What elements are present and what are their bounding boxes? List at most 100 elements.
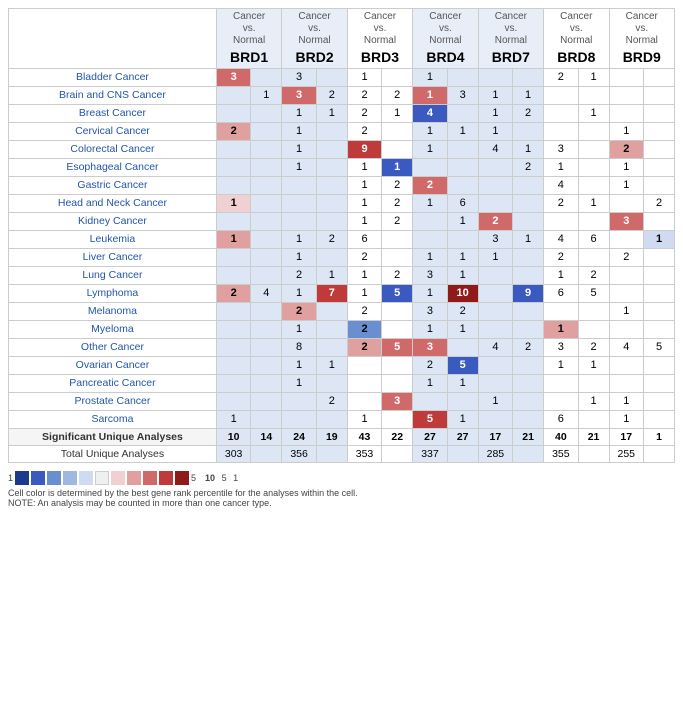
data-cell[interactable] (609, 266, 644, 284)
data-cell[interactable]: 3 (413, 266, 448, 284)
data-cell[interactable] (513, 266, 544, 284)
data-cell[interactable]: 2 (578, 266, 609, 284)
data-cell[interactable]: 2 (544, 68, 579, 86)
data-cell[interactable] (216, 392, 251, 410)
data-cell[interactable] (216, 248, 251, 266)
data-cell[interactable]: 5 (644, 338, 675, 356)
data-cell[interactable]: 1 (447, 122, 478, 140)
data-cell[interactable] (478, 194, 513, 212)
data-cell[interactable] (513, 194, 544, 212)
data-cell[interactable] (316, 302, 347, 320)
data-cell[interactable]: 4 (413, 104, 448, 122)
data-cell[interactable]: 1 (513, 230, 544, 248)
data-cell[interactable]: 1 (478, 122, 513, 140)
data-cell[interactable]: 2 (347, 248, 382, 266)
data-cell[interactable] (609, 104, 644, 122)
data-cell[interactable]: 1 (609, 176, 644, 194)
data-cell[interactable] (251, 194, 282, 212)
data-cell[interactable] (544, 104, 579, 122)
data-cell[interactable]: 1 (282, 230, 317, 248)
data-cell[interactable] (447, 68, 478, 86)
data-cell[interactable] (513, 212, 544, 230)
data-cell[interactable]: 1 (544, 266, 579, 284)
data-cell[interactable]: 2 (316, 392, 347, 410)
data-cell[interactable]: 2 (478, 212, 513, 230)
data-cell[interactable]: 1 (447, 320, 478, 338)
data-cell[interactable] (513, 320, 544, 338)
data-cell[interactable]: 2 (382, 194, 413, 212)
data-cell[interactable]: 1 (578, 392, 609, 410)
data-cell[interactable]: 2 (382, 86, 413, 104)
data-cell[interactable] (251, 230, 282, 248)
data-cell[interactable] (544, 302, 579, 320)
data-cell[interactable]: 2 (644, 194, 675, 212)
data-cell[interactable] (251, 248, 282, 266)
data-cell[interactable] (251, 140, 282, 158)
data-cell[interactable]: 2 (382, 212, 413, 230)
data-cell[interactable]: 1 (513, 140, 544, 158)
data-cell[interactable] (251, 176, 282, 194)
data-cell[interactable] (513, 374, 544, 392)
data-cell[interactable]: 2 (347, 338, 382, 356)
data-cell[interactable] (216, 86, 251, 104)
data-cell[interactable]: 3 (282, 68, 317, 86)
data-cell[interactable] (644, 302, 675, 320)
data-cell[interactable]: 1 (382, 158, 413, 176)
data-cell[interactable]: 7 (316, 284, 347, 302)
data-cell[interactable] (251, 68, 282, 86)
data-cell[interactable]: 1 (447, 212, 478, 230)
data-cell[interactable]: 2 (382, 266, 413, 284)
data-cell[interactable]: 5 (382, 338, 413, 356)
data-cell[interactable] (609, 320, 644, 338)
data-cell[interactable] (382, 140, 413, 158)
data-cell[interactable]: 6 (447, 194, 478, 212)
data-cell[interactable] (644, 140, 675, 158)
data-cell[interactable] (347, 356, 382, 374)
data-cell[interactable] (644, 176, 675, 194)
data-cell[interactable] (447, 392, 478, 410)
data-cell[interactable] (382, 320, 413, 338)
data-cell[interactable]: 2 (609, 140, 644, 158)
data-cell[interactable]: 3 (609, 212, 644, 230)
data-cell[interactable] (251, 338, 282, 356)
data-cell[interactable] (644, 356, 675, 374)
data-cell[interactable]: 1 (347, 266, 382, 284)
data-cell[interactable]: 1 (282, 158, 317, 176)
data-cell[interactable]: 1 (347, 284, 382, 302)
data-cell[interactable]: 3 (544, 140, 579, 158)
data-cell[interactable] (216, 302, 251, 320)
data-cell[interactable]: 1 (282, 356, 317, 374)
data-cell[interactable] (513, 176, 544, 194)
data-cell[interactable] (644, 212, 675, 230)
data-cell[interactable]: 1 (447, 410, 478, 428)
data-cell[interactable] (644, 266, 675, 284)
data-cell[interactable] (382, 410, 413, 428)
data-cell[interactable]: 9 (347, 140, 382, 158)
data-cell[interactable] (513, 122, 544, 140)
data-cell[interactable]: 1 (282, 104, 317, 122)
data-cell[interactable] (316, 374, 347, 392)
data-cell[interactable] (447, 338, 478, 356)
data-cell[interactable] (216, 176, 251, 194)
data-cell[interactable]: 4 (478, 140, 513, 158)
data-cell[interactable]: 1 (413, 284, 448, 302)
data-cell[interactable] (478, 374, 513, 392)
data-cell[interactable]: 1 (347, 176, 382, 194)
data-cell[interactable] (578, 212, 609, 230)
data-cell[interactable]: 1 (347, 158, 382, 176)
data-cell[interactable]: 4 (609, 338, 644, 356)
data-cell[interactable] (578, 320, 609, 338)
data-cell[interactable]: 9 (513, 284, 544, 302)
data-cell[interactable]: 1 (347, 194, 382, 212)
data-cell[interactable] (251, 212, 282, 230)
data-cell[interactable] (216, 374, 251, 392)
data-cell[interactable]: 1 (609, 410, 644, 428)
data-cell[interactable] (513, 392, 544, 410)
data-cell[interactable] (251, 374, 282, 392)
data-cell[interactable]: 6 (544, 410, 579, 428)
data-cell[interactable]: 3 (544, 338, 579, 356)
data-cell[interactable]: 6 (544, 284, 579, 302)
data-cell[interactable] (347, 374, 382, 392)
data-cell[interactable] (316, 158, 347, 176)
data-cell[interactable] (216, 212, 251, 230)
